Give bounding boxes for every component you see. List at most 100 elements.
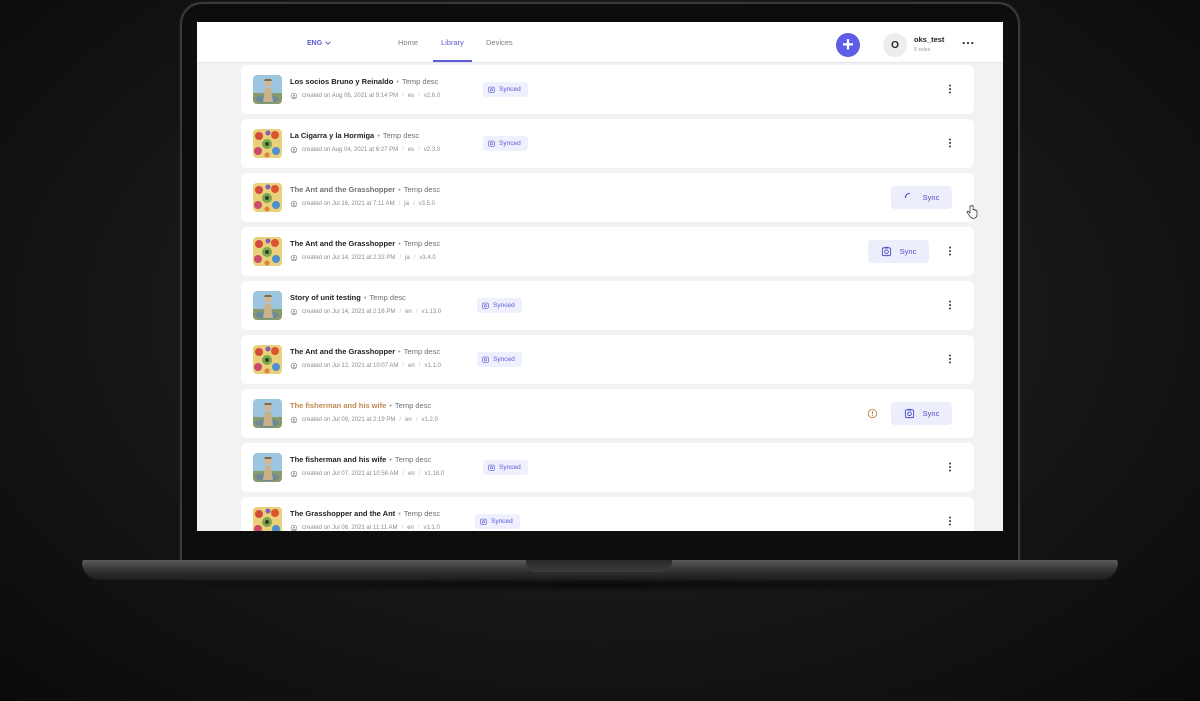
synced-label: Synced [493,302,515,309]
story-title[interactable]: The Ant and the Grasshopper [290,239,395,248]
language-code: ja [404,201,409,207]
tab-devices[interactable]: Devices [486,22,513,62]
list-item[interactable]: The fisherman and his wife • Temp desc crea… [241,389,974,438]
story-title[interactable]: The Grasshopper and the Ant [290,509,395,518]
meta-separator: / [418,471,421,477]
language-code: en [408,471,415,477]
row-more-icon[interactable] [944,245,956,257]
list-item[interactable]: The Grasshopper and the Ant • Temp desc cre… [241,497,974,531]
user-roles: 5 roles [914,47,931,53]
story-title[interactable]: La Cigarra y la Hormiga [290,131,374,140]
list-item[interactable]: The Ant and the Grasshopper • Temp desc cre… [241,173,974,222]
version: v1.1.0 [423,525,440,531]
add-button[interactable]: + [836,33,860,57]
created-date: created on Jul 16, 2021 at 7:11 AM [302,201,395,207]
list-item[interactable]: The fisherman and his wife • Temp desc crea… [241,443,974,492]
synced-badge: Synced [477,352,522,367]
story-description: Temp desc [403,239,441,248]
synced-label: Synced [499,86,521,93]
created-date: created on Aug 06, 2021 at 9:14 PM [302,93,399,99]
story-meta: created on Jul 14, 2021 at 2:33 PM / ja / v3… [290,254,436,262]
sync-button[interactable]: Sync [891,402,952,425]
separator-dot: • [398,185,401,194]
title-line: The fisherman and his wife • Temp desc [290,455,431,464]
story-description: Temp desc [402,77,439,86]
top-bar: ENG Home Library Devices + O oks_test 5 … [197,22,1003,63]
meta-separator: / [418,363,421,369]
synced-label: Synced [499,464,521,471]
separator-dot: • [398,509,401,518]
language-code: en [405,417,412,423]
list-item[interactable]: Story of unit testing • Temp desc created o… [241,281,974,330]
separator-dot: • [396,77,399,86]
meta-separator: / [418,147,420,153]
created-date: created on Jul 14, 2021 at 2:16 PM [302,309,396,315]
version: v3.4.0 [419,255,436,261]
tab-library[interactable]: Library [433,22,472,62]
story-title[interactable]: Los socios Bruno y Reinaldo [290,77,393,86]
creator-icon [290,254,298,262]
meta-separator: / [415,309,418,315]
synced-label: Synced [499,140,521,147]
language-selector[interactable]: ENG [307,39,332,47]
story-description: Temp desc [394,455,432,464]
meta-separator: / [415,417,418,423]
warning-icon [867,408,878,419]
row-more-icon[interactable] [944,353,956,365]
story-description: Temp desc [369,293,406,302]
story-thumbnail [253,453,282,482]
meta-separator: / [413,255,416,261]
row-more-icon[interactable] [944,137,956,149]
chevron-down-icon [325,41,331,45]
story-title[interactable]: The fisherman and his wife [290,455,386,464]
tab-home[interactable]: Home [398,22,418,62]
list-item[interactable]: The Ant and the Grasshopper • Temp desc cre… [241,227,974,276]
story-description: Temp desc [394,401,432,410]
language-code: en [407,525,414,531]
title-line: The fisherman and his wife • Temp desc [290,401,431,410]
story-meta: created on Jul 16, 2021 at 7:11 AM / ja / v3… [290,200,435,208]
creator-icon [290,92,298,100]
language-code: en [405,309,412,315]
story-title[interactable]: The fisherman and his wife [290,401,386,410]
row-more-icon[interactable] [944,461,956,473]
separator-dot: • [398,347,401,356]
story-description: Temp desc [403,185,441,194]
more-options-icon[interactable] [961,36,975,50]
synced-icon [488,86,495,93]
meta-separator: / [399,255,402,261]
title-line: The Ant and the Grasshopper • Temp desc [290,239,440,248]
story-thumbnail [253,507,282,531]
list-item[interactable]: Los socios Bruno y Reinaldo • Temp desc cre… [241,65,974,114]
separator-dot: • [398,239,401,248]
synced-icon [480,518,487,525]
created-date: created on Jul 06, 2021 at 11:11 AM [302,525,398,531]
synced-label: Synced [491,518,513,525]
list-item[interactable]: La Cigarra y la Hormiga • Temp desc created… [241,119,974,168]
synced-icon [482,302,489,309]
language-code: es [407,147,415,153]
row-more-icon[interactable] [944,299,956,311]
synced-badge: Synced [477,298,522,313]
row-more-icon[interactable] [944,83,956,95]
story-meta: created on Aug 04, 2021 at 6:27 PM / es / v2… [290,146,440,154]
story-meta: created on Jul 14, 2021 at 2:16 PM / en / v1… [290,308,441,316]
language-code: es [407,93,415,99]
synced-label: Synced [493,356,515,363]
title-line: The Ant and the Grasshopper • Temp desc [290,185,440,194]
story-meta: created on Jul 07, 2021 at 10:56 AM / en / v… [290,470,444,478]
row-more-icon[interactable] [944,515,956,527]
sync-button[interactable]: Sync [891,186,952,209]
story-title[interactable]: The Ant and the Grasshopper [290,347,395,356]
story-title[interactable]: The Ant and the Grasshopper [290,185,395,194]
created-date: created on Aug 04, 2021 at 6:27 PM [302,147,399,153]
creator-icon [290,524,298,531]
version: v1.1.0 [424,363,441,369]
avatar[interactable]: O [883,33,907,57]
story-title[interactable]: Story of unit testing [290,293,361,302]
list-item[interactable]: The Ant and the Grasshopper • Temp desc cre… [241,335,974,384]
sync-button[interactable]: Sync [868,240,929,263]
title-line: The Ant and the Grasshopper • Temp desc [290,347,440,356]
synced-icon [482,356,489,363]
version: v2.3.0 [423,147,441,153]
